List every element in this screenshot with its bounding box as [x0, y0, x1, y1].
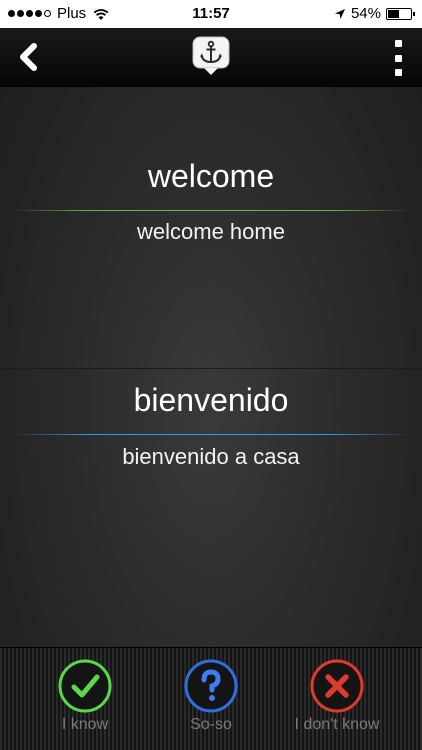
flashcard-screen: Plus 11:57 54% welcome welcome home bien… — [0, 0, 422, 750]
card-back-example: bienvenido a casa — [0, 444, 422, 470]
battery-percent: 54% — [350, 5, 381, 22]
i-dont-know-button[interactable]: I don't know — [282, 658, 392, 748]
question-icon — [184, 659, 238, 713]
i-know-button[interactable]: I know — [30, 658, 140, 748]
location-arrow-icon — [334, 8, 345, 19]
status-bar: Plus 11:57 54% — [0, 0, 422, 28]
check-icon — [58, 659, 112, 713]
cross-icon — [310, 659, 364, 713]
card-back-divider — [10, 434, 412, 435]
card-back-term: bienvenido — [0, 382, 422, 419]
so-so-label: So-so — [190, 716, 232, 733]
navigation-bar — [0, 28, 422, 87]
i-know-label: I know — [61, 716, 109, 733]
battery-level — [388, 9, 399, 18]
term-english: welcome — [147, 158, 275, 194]
app-logo — [192, 36, 230, 76]
so-so-button[interactable]: So-so — [156, 658, 266, 748]
chevron-left-icon — [20, 43, 37, 71]
status-right: 54% — [334, 5, 415, 22]
card-front-term: welcome — [0, 158, 422, 195]
i-dont-know-label: I don't know — [294, 716, 380, 733]
answer-bar: I know So-so I don't know — [0, 647, 422, 750]
example-english: welcome home — [137, 219, 285, 244]
battery-icon — [386, 7, 415, 20]
section-separator — [0, 368, 422, 369]
example-spanish: bienvenido a casa — [122, 444, 300, 469]
vertical-dots-icon — [394, 40, 402, 47]
term-spanish: bienvenido — [133, 382, 289, 418]
card-front-divider — [10, 210, 412, 211]
back-button[interactable] — [14, 42, 44, 72]
anchor-icon — [192, 36, 230, 75]
menu-button[interactable] — [392, 40, 404, 76]
card-front-example: welcome home — [0, 219, 422, 245]
